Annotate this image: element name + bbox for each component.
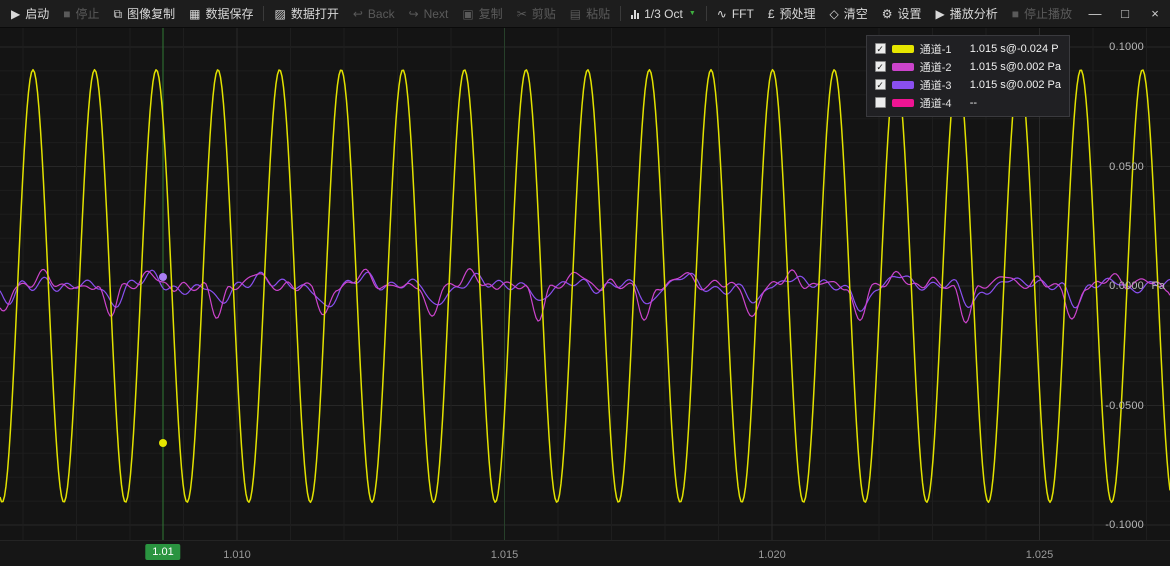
channel-2-checkbox[interactable]: ✓ xyxy=(875,61,886,72)
play-icon: ▶ xyxy=(11,8,20,20)
toolbar-button-label: 1/3 Oct xyxy=(644,7,683,21)
toolbar-button-label: 数据保存 xyxy=(205,5,253,22)
toolbar-button-label: 停止 xyxy=(76,5,100,22)
y-axis-tick: -0.0500 xyxy=(1105,400,1144,412)
fft-icon: ∿ xyxy=(717,8,727,20)
legend-channel-value: 1.015 s@-0.024 P xyxy=(970,43,1059,55)
close-button[interactable]: × xyxy=(1140,0,1170,27)
cursor-marker[interactable] xyxy=(159,439,167,447)
preprocess-button[interactable]: £ 预处理 xyxy=(761,0,823,27)
y-axis-tick: -0.1000 xyxy=(1105,519,1144,531)
copy-icon: ▣ xyxy=(462,8,473,20)
toolbar-items: ▶ 启动 ■ 停止 ⧉ 图像复制 ▦ 数据保存 ▨ 数据打开 ↩ Back ↪ Next ▣ 复制 ✂ 剪贴 ▤ 粘贴… xyxy=(0,0,1080,27)
back-button: ↩ Back xyxy=(346,0,402,27)
app-window: ▶ 启动 ■ 停止 ⧉ 图像复制 ▦ 数据保存 ▨ 数据打开 ↩ Back ↪ Next ▣ 复制 ✂ 剪贴 ▤ 粘贴… xyxy=(0,0,1170,566)
legend-row-channel-4: 通道-4 -- xyxy=(875,95,1061,110)
legend: ✓ 通道-1 1.015 s@-0.024 P ✓ 通道-2 1.015 s@0.002 … xyxy=(866,35,1070,117)
toolbar-button-label: FFT xyxy=(732,7,754,21)
cursor-marker[interactable] xyxy=(159,273,167,281)
legend-row-channel-3: ✓ 通道-3 1.015 s@0.002 Pa xyxy=(875,77,1061,92)
legend-channel-label: 通道-1 xyxy=(920,41,964,57)
channel-3-checkbox[interactable]: ✓ xyxy=(875,79,886,90)
toolbar-button-label: Next xyxy=(424,7,449,21)
gear-icon: ⚙ xyxy=(882,8,893,20)
stop-button: ■ 停止 xyxy=(56,0,106,27)
play-icon: ▶ xyxy=(936,8,945,20)
cut-button: ✂ 剪贴 xyxy=(510,0,563,27)
legend-channel-label: 通道-2 xyxy=(920,59,964,75)
time-axis: 1.010 1.015 1.020 1.025 1.01 xyxy=(0,540,1170,566)
save-icon: ▦ xyxy=(189,8,200,20)
toolbar-separator xyxy=(620,6,621,21)
y-axis-tick: 0.0000 xyxy=(1109,280,1144,292)
copy-button: ▣ 复制 xyxy=(455,0,509,27)
toolbar-button-label: 粘贴 xyxy=(586,5,610,22)
start-button[interactable]: ▶ 启动 xyxy=(4,0,56,27)
open-icon: ▨ xyxy=(274,8,285,20)
image-copy-icon: ⧉ xyxy=(114,8,123,20)
fft-button[interactable]: ∿ FFT xyxy=(710,0,761,27)
maximize-button[interactable]: □ xyxy=(1110,0,1140,27)
cursor-time-label[interactable]: 1.01 xyxy=(145,544,180,560)
toolbar-button-label: 设置 xyxy=(898,5,922,22)
play-analysis-button[interactable]: ▶ 播放分析 xyxy=(929,0,1005,27)
paste-icon: ▤ xyxy=(570,8,581,20)
paste-button: ▤ 粘贴 xyxy=(563,0,617,27)
y-axis-tick: 0.1000 xyxy=(1109,41,1144,53)
toolbar-button-label: 预处理 xyxy=(780,5,816,22)
channel-2-color-swatch xyxy=(892,63,914,71)
legend-channel-value: -- xyxy=(970,97,977,109)
legend-row-channel-2: ✓ 通道-2 1.015 s@0.002 Pa xyxy=(875,59,1061,74)
y-axis-tick: 0.0500 xyxy=(1109,161,1144,173)
channel-1-checkbox[interactable]: ✓ xyxy=(875,43,886,54)
legend-channel-label: 通道-4 xyxy=(920,95,964,111)
toolbar-separator xyxy=(706,6,707,21)
waveform-channel-2 xyxy=(0,269,1170,323)
data-save-button[interactable]: ▦ 数据保存 xyxy=(182,0,260,27)
channel-4-checkbox[interactable] xyxy=(875,97,886,108)
channel-3-color-swatch xyxy=(892,81,914,89)
x-axis-tick: 1.020 xyxy=(758,549,786,561)
x-axis-tick: 1.010 xyxy=(223,549,251,561)
stop-play-button: ■ 停止播放 xyxy=(1005,0,1079,27)
window-controls: —□× xyxy=(1080,0,1170,27)
toolbar-button-label: 数据打开 xyxy=(291,5,339,22)
channel-4-color-swatch xyxy=(892,99,914,107)
back-icon: ↩ xyxy=(353,8,363,20)
dropdown-caret-icon: ▼ xyxy=(689,10,696,17)
legend-channel-label: 通道-3 xyxy=(920,77,964,93)
x-axis-tick: 1.025 xyxy=(1026,549,1054,561)
octave-bars-icon xyxy=(631,8,639,19)
toolbar-button-label: 启动 xyxy=(25,5,49,22)
next-button: ↪ Next xyxy=(402,0,456,27)
toolbar: ▶ 启动 ■ 停止 ⧉ 图像复制 ▦ 数据保存 ▨ 数据打开 ↩ Back ↪ Next ▣ 复制 ✂ 剪贴 ▤ 粘贴… xyxy=(0,0,1170,28)
preprocess-icon: £ xyxy=(768,8,775,20)
legend-row-channel-1: ✓ 通道-1 1.015 s@-0.024 P xyxy=(875,41,1061,56)
toolbar-button-label: 播放分析 xyxy=(950,5,998,22)
channel-1-color-swatch xyxy=(892,45,914,53)
data-open-button[interactable]: ▨ 数据打开 xyxy=(267,0,345,27)
stop-icon: ■ xyxy=(1012,8,1019,20)
octave-band-dropdown[interactable]: 1/3 Oct ▼ xyxy=(624,0,703,27)
x-axis-tick: 1.015 xyxy=(491,549,519,561)
minimize-button[interactable]: — xyxy=(1080,0,1110,27)
cut-icon: ✂ xyxy=(517,8,527,20)
toolbar-button-label: 图像复制 xyxy=(127,5,175,22)
toolbar-separator xyxy=(263,6,264,21)
y-axis-unit: Pa xyxy=(1152,280,1165,292)
stop-icon: ■ xyxy=(63,8,70,20)
toolbar-button-label: 剪贴 xyxy=(532,5,556,22)
legend-channel-value: 1.015 s@0.002 Pa xyxy=(970,61,1061,73)
clear-icon: ◇ xyxy=(830,8,839,20)
toolbar-button-label: Back xyxy=(368,7,395,21)
clear-button[interactable]: ◇ 清空 xyxy=(823,0,875,27)
settings-button[interactable]: ⚙ 设置 xyxy=(875,0,929,27)
toolbar-button-label: 停止播放 xyxy=(1024,5,1072,22)
plot-area[interactable]: ✓ 通道-1 1.015 s@-0.024 P ✓ 通道-2 1.015 s@0.002 … xyxy=(0,28,1170,540)
toolbar-button-label: 清空 xyxy=(844,5,868,22)
image-copy-button[interactable]: ⧉ 图像复制 xyxy=(107,0,183,27)
toolbar-button-label: 复制 xyxy=(479,5,503,22)
next-icon: ↪ xyxy=(409,8,419,20)
legend-channel-value: 1.015 s@0.002 Pa xyxy=(970,79,1061,91)
